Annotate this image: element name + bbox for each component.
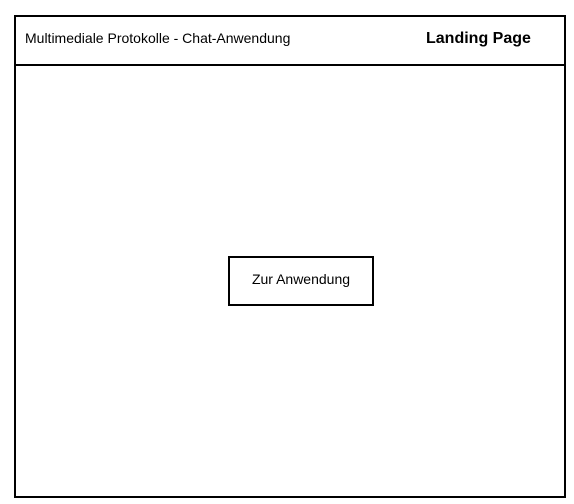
open-app-button-label: Zur Anwendung	[251, 271, 351, 287]
page-label: Landing Page	[426, 30, 531, 47]
header-bar: Multimediale Protokolle - Chat-Anwendung…	[16, 17, 564, 66]
app-title: Multimediale Protokolle - Chat-Anwendung	[25, 30, 291, 46]
main-content: Zur Anwendung	[16, 66, 564, 496]
page-frame: Multimediale Protokolle - Chat-Anwendung…	[14, 15, 566, 498]
open-app-button[interactable]: Zur Anwendung	[228, 256, 374, 306]
